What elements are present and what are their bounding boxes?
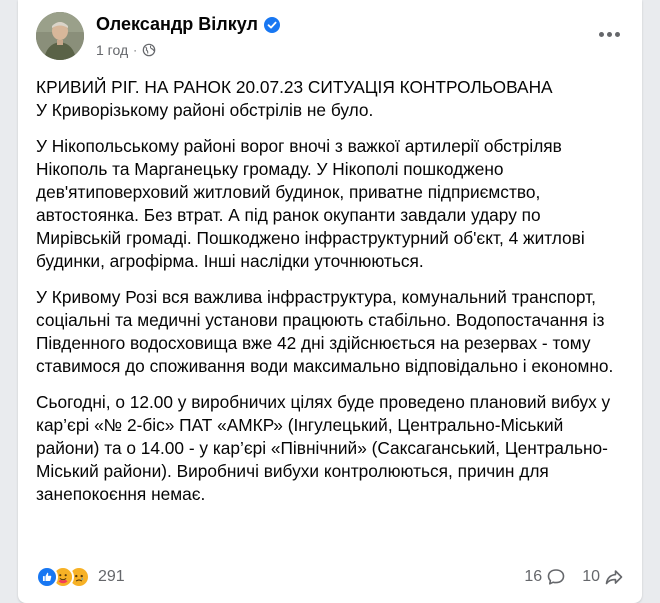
more-options-button[interactable] xyxy=(594,24,624,44)
post-footer: 291 16 10 xyxy=(36,562,624,592)
post-header: Олександр Вілкул 1 год · xyxy=(36,12,624,68)
avatar-image xyxy=(36,12,84,60)
post-paragraph: КРИВИЙ РІГ. НА РАНОК 20.07.23 СИТУАЦІЯ К… xyxy=(36,77,553,120)
shares-count-label: 10 xyxy=(582,568,600,585)
avatar[interactable] xyxy=(36,12,84,60)
post-body: КРИВИЙ РІГ. НА РАНОК 20.07.23 СИТУАЦІЯ К… xyxy=(36,76,624,519)
meta-separator: · xyxy=(133,43,138,57)
post-paragraph: Сьогодні, о 12.00 у виробничих цілях буд… xyxy=(36,392,611,504)
post-paragraph: У Кривому Розі вся важлива інфраструктур… xyxy=(36,287,614,376)
reactions-summary[interactable]: 291 xyxy=(36,566,125,588)
author-name[interactable]: Олександр Вілкул xyxy=(96,14,258,35)
comment-icon xyxy=(547,569,565,585)
more-dot-icon xyxy=(598,31,604,37)
like-icon xyxy=(36,566,58,588)
post-card: Олександр Вілкул 1 год · КРИВИЙ РІГ. НА … xyxy=(18,0,642,603)
comments-count[interactable]: 16 xyxy=(524,567,566,587)
post-meta: 1 год · xyxy=(96,42,156,58)
more-dot-icon xyxy=(614,31,620,37)
post-time[interactable]: 1 год xyxy=(96,42,128,58)
globe-icon[interactable] xyxy=(142,43,156,57)
reaction-count[interactable]: 291 xyxy=(98,568,125,586)
share-icon xyxy=(605,570,623,585)
shares-count[interactable]: 10 xyxy=(582,567,624,587)
verified-badge-icon xyxy=(263,16,280,33)
comments-count-label: 16 xyxy=(524,568,543,585)
author-row: Олександр Вілкул xyxy=(96,14,280,35)
more-dot-icon xyxy=(606,31,612,37)
post-paragraph: У Нікопольському районі ворог вночі з ва… xyxy=(36,136,585,271)
